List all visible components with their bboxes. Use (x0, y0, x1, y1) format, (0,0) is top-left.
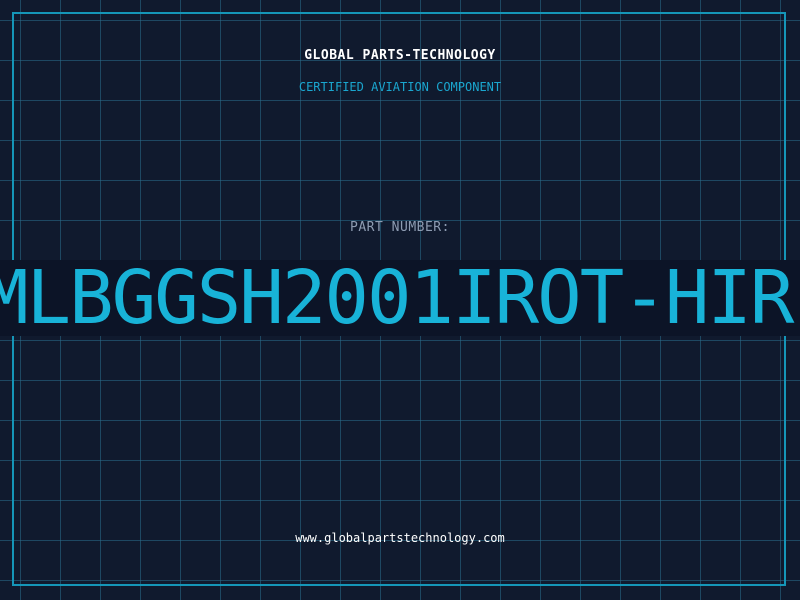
website-url: www.globalpartstechnology.com (295, 531, 505, 545)
part-number-value: MLBGGSH2001IROT-HIR (0, 260, 794, 336)
part-number-label: PART NUMBER: (350, 220, 450, 235)
company-name: GLOBAL PARTS-TECHNOLOGY (304, 48, 496, 63)
certification-subtitle: CERTIFIED AVIATION COMPONENT (298, 80, 502, 94)
label-canvas: GLOBAL PARTS-TECHNOLOGY CERTIFIED AVIATI… (0, 0, 800, 600)
part-number-band: MLBGGSH2001IROT-HIR (0, 260, 800, 336)
